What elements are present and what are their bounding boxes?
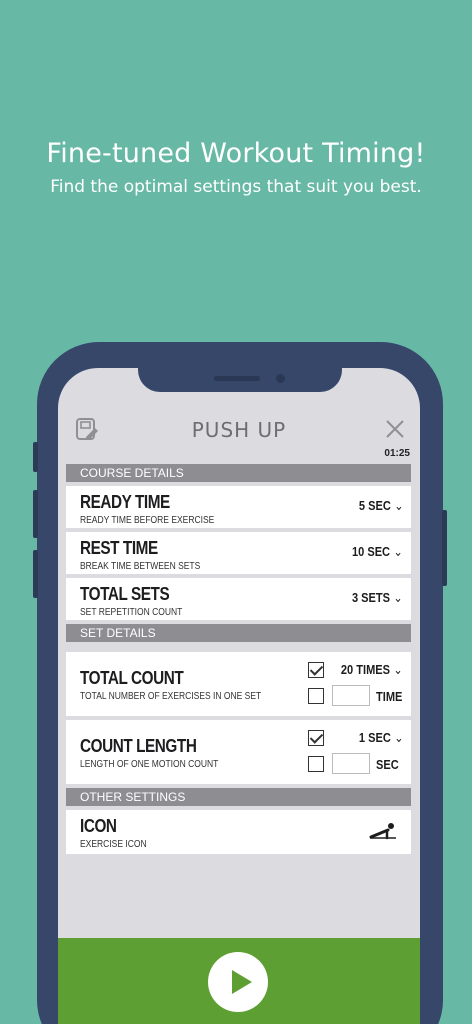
- chevron-down-icon: ⌄: [393, 590, 403, 605]
- volume-down-button: [33, 550, 38, 598]
- total-sets-desc: SET REPETITION COUNT: [80, 607, 183, 618]
- count-length-row: COUNT LENGTH LENGTH OF ONE MOTION COUNT …: [66, 720, 411, 784]
- custom-count-input[interactable]: [332, 685, 370, 706]
- custom-length-checkbox[interactable]: [308, 756, 324, 772]
- mute-switch: [33, 442, 38, 472]
- exercise-title: PUSH UP: [191, 418, 287, 442]
- ready-time-label: READY TIME: [80, 492, 170, 512]
- section-other-settings: OTHER SETTINGS: [66, 788, 411, 806]
- section-course-details: COURSE DETAILS: [66, 464, 411, 482]
- power-button: [442, 510, 447, 586]
- camera: [276, 374, 285, 383]
- custom-count-checkbox[interactable]: [308, 688, 324, 704]
- ready-time-select[interactable]: 5 SEC ⌄: [358, 498, 403, 514]
- close-icon[interactable]: [384, 418, 406, 440]
- speaker: [214, 376, 260, 381]
- length-unit-label: SEC: [376, 757, 399, 772]
- chevron-down-icon: ⌄: [393, 544, 403, 559]
- bottom-action-bar: [58, 938, 420, 1024]
- total-count-row: TOTAL COUNT TOTAL NUMBER OF EXERCISES IN…: [66, 652, 411, 716]
- total-count-value: 20 TIMES: [341, 662, 391, 677]
- pushup-icon: [369, 823, 396, 840]
- count-length-select[interactable]: 1 SEC ⌄: [358, 730, 403, 746]
- section-set-details: SET DETAILS: [66, 624, 411, 642]
- total-sets-label: TOTAL SETS: [80, 584, 170, 604]
- app-header: PUSH UP 01:25: [58, 402, 420, 459]
- rest-time-row[interactable]: REST TIME BREAK TIME BETWEEN SETS 10 SEC…: [66, 532, 411, 574]
- chevron-down-icon: ⌄: [393, 662, 403, 677]
- total-sets-value: 3 SETS: [352, 590, 391, 605]
- icon-label: ICON: [80, 816, 117, 836]
- custom-length-input[interactable]: [332, 753, 370, 774]
- app-screen: PUSH UP 01:25 COURSE DETAILS READY TIME …: [58, 368, 420, 1024]
- promo-title: Fine-tuned Workout Timing!: [46, 138, 426, 169]
- ready-time-value: 5 SEC: [358, 498, 391, 513]
- chevron-down-icon: ⌄: [393, 498, 403, 513]
- ready-time-desc: READY TIME BEFORE EXERCISE: [80, 515, 215, 526]
- phone-notch: [138, 368, 342, 392]
- total-count-label: TOTAL COUNT: [80, 668, 184, 688]
- volume-up-button: [33, 490, 38, 538]
- count-option-checkbox[interactable]: [308, 662, 324, 678]
- total-sets-select[interactable]: 3 SETS ⌄: [352, 590, 403, 606]
- count-unit-label: TIME: [376, 689, 403, 704]
- icon-row[interactable]: ICON EXERCISE ICON: [66, 810, 411, 854]
- rest-time-select[interactable]: 10 SEC ⌄: [352, 544, 403, 560]
- promo-subtitle: Find the optimal settings that suit you …: [50, 177, 422, 197]
- settings-list: COURSE DETAILS READY TIME READY TIME BEF…: [66, 464, 411, 854]
- total-count-select[interactable]: 20 TIMES ⌄: [341, 662, 403, 678]
- count-length-label: COUNT LENGTH: [80, 736, 197, 756]
- total-sets-row[interactable]: TOTAL SETS SET REPETITION COUNT 3 SETS ⌄: [66, 578, 411, 620]
- count-length-value: 1 SEC: [358, 730, 391, 745]
- play-icon[interactable]: [208, 952, 268, 1012]
- rest-time-desc: BREAK TIME BETWEEN SETS: [80, 561, 201, 572]
- timer-display: 01:25: [384, 448, 410, 459]
- rest-time-label: REST TIME: [80, 538, 158, 558]
- rest-time-value: 10 SEC: [352, 544, 391, 559]
- ready-time-row[interactable]: READY TIME READY TIME BEFORE EXERCISE 5 …: [66, 486, 411, 528]
- length-option-checkbox[interactable]: [308, 730, 324, 746]
- phone-frame: PUSH UP 01:25 COURSE DETAILS READY TIME …: [33, 342, 447, 1024]
- chevron-down-icon: ⌄: [393, 730, 403, 745]
- icon-desc: EXERCISE ICON: [80, 839, 147, 850]
